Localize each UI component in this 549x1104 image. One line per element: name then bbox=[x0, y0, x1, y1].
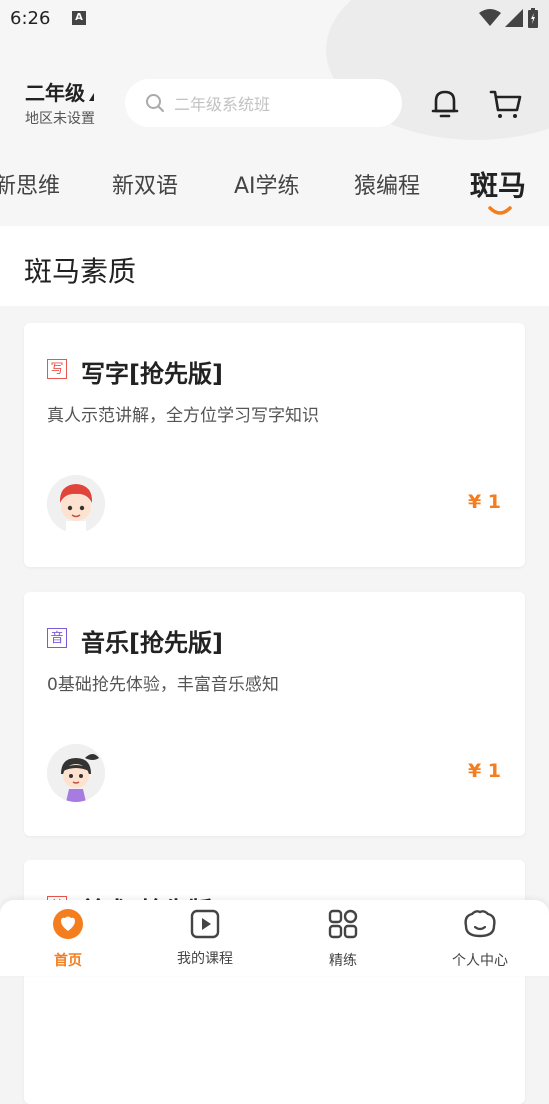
teacher-avatar bbox=[47, 744, 105, 802]
course-card[interactable]: 美 美术[抢先版] bbox=[24, 860, 525, 1104]
bottom-nav: 首页 我的课程 精练 个人中心 bbox=[0, 900, 549, 976]
course-title: 写字[抢先版] bbox=[81, 360, 223, 388]
category-tabs: 新思维 新双语 AI学练 猿编程 斑马 bbox=[0, 150, 549, 226]
search-icon bbox=[146, 94, 164, 112]
home-icon bbox=[53, 909, 83, 939]
nav-label: 我的课程 bbox=[177, 951, 233, 967]
course-description: 0基础抢先体验，丰富音乐感知 bbox=[47, 675, 279, 695]
tab-xinsiwei[interactable]: 新思维 bbox=[0, 168, 60, 200]
nav-profile[interactable]: 个人中心 bbox=[435, 900, 525, 976]
notification-a-icon: A bbox=[72, 11, 86, 25]
grid-icon bbox=[328, 909, 358, 939]
girl-avatar-icon bbox=[47, 744, 105, 802]
nav-practice[interactable]: 精练 bbox=[298, 900, 388, 976]
search-input[interactable]: 二年级系统班 bbox=[125, 79, 402, 127]
section-header: 斑马素质 bbox=[0, 226, 549, 306]
grade-title-row: 二年级 bbox=[25, 80, 95, 106]
grade-title: 二年级 bbox=[25, 81, 85, 105]
category-badge: 写 bbox=[47, 359, 67, 379]
active-tab-indicator bbox=[488, 206, 512, 215]
region-label: 地区未设置 bbox=[25, 111, 95, 127]
status-time: 6:26 bbox=[10, 8, 51, 29]
cart-icon[interactable] bbox=[488, 86, 524, 120]
face-icon bbox=[464, 910, 496, 938]
signal-icon bbox=[505, 9, 523, 27]
main-content: 斑马素质 写 写字[抢先版] 真人示范讲解，全方位学习写字知识 ¥ 1 音 音乐… bbox=[0, 226, 549, 1104]
tab-yuanbiancheng[interactable]: 猿编程 bbox=[354, 168, 420, 200]
tab-xinshuangyu[interactable]: 新双语 bbox=[112, 168, 178, 200]
boy-avatar-icon bbox=[47, 475, 105, 533]
header: 二年级 地区未设置 二年级系统班 bbox=[0, 70, 549, 140]
battery-icon bbox=[528, 8, 538, 28]
course-description: 真人示范讲解，全方位学习写字知识 bbox=[47, 406, 319, 426]
teacher-avatar bbox=[47, 475, 105, 533]
nav-label: 精练 bbox=[329, 953, 357, 969]
nav-home[interactable]: 首页 bbox=[23, 900, 113, 976]
section-title: 斑马素质 bbox=[24, 255, 137, 288]
category-badge: 音 bbox=[47, 628, 67, 648]
course-card[interactable]: 音 音乐[抢先版] 0基础抢先体验，丰富音乐感知 ¥ 1 bbox=[24, 592, 525, 836]
status-icons bbox=[479, 8, 539, 28]
course-price: ¥ 1 bbox=[467, 491, 501, 513]
tab-banma[interactable]: 斑马 bbox=[470, 164, 526, 204]
tab-ai-xuelian[interactable]: AI学练 bbox=[234, 168, 300, 200]
wifi-icon bbox=[479, 9, 501, 26]
status-bar: 6:26 A bbox=[0, 0, 549, 38]
grade-selector[interactable]: 二年级 地区未设置 bbox=[25, 80, 95, 128]
play-icon bbox=[190, 909, 220, 939]
caret-icon bbox=[89, 93, 94, 101]
course-title: 音乐[抢先版] bbox=[81, 629, 223, 657]
course-card[interactable]: 写 写字[抢先版] 真人示范讲解，全方位学习写字知识 ¥ 1 bbox=[24, 323, 525, 567]
nav-label: 首页 bbox=[54, 953, 82, 969]
search-placeholder: 二年级系统班 bbox=[174, 95, 271, 114]
bell-icon[interactable] bbox=[428, 86, 462, 120]
nav-label: 个人中心 bbox=[452, 953, 508, 969]
nav-my-courses[interactable]: 我的课程 bbox=[160, 900, 250, 976]
course-price: ¥ 1 bbox=[467, 760, 501, 782]
